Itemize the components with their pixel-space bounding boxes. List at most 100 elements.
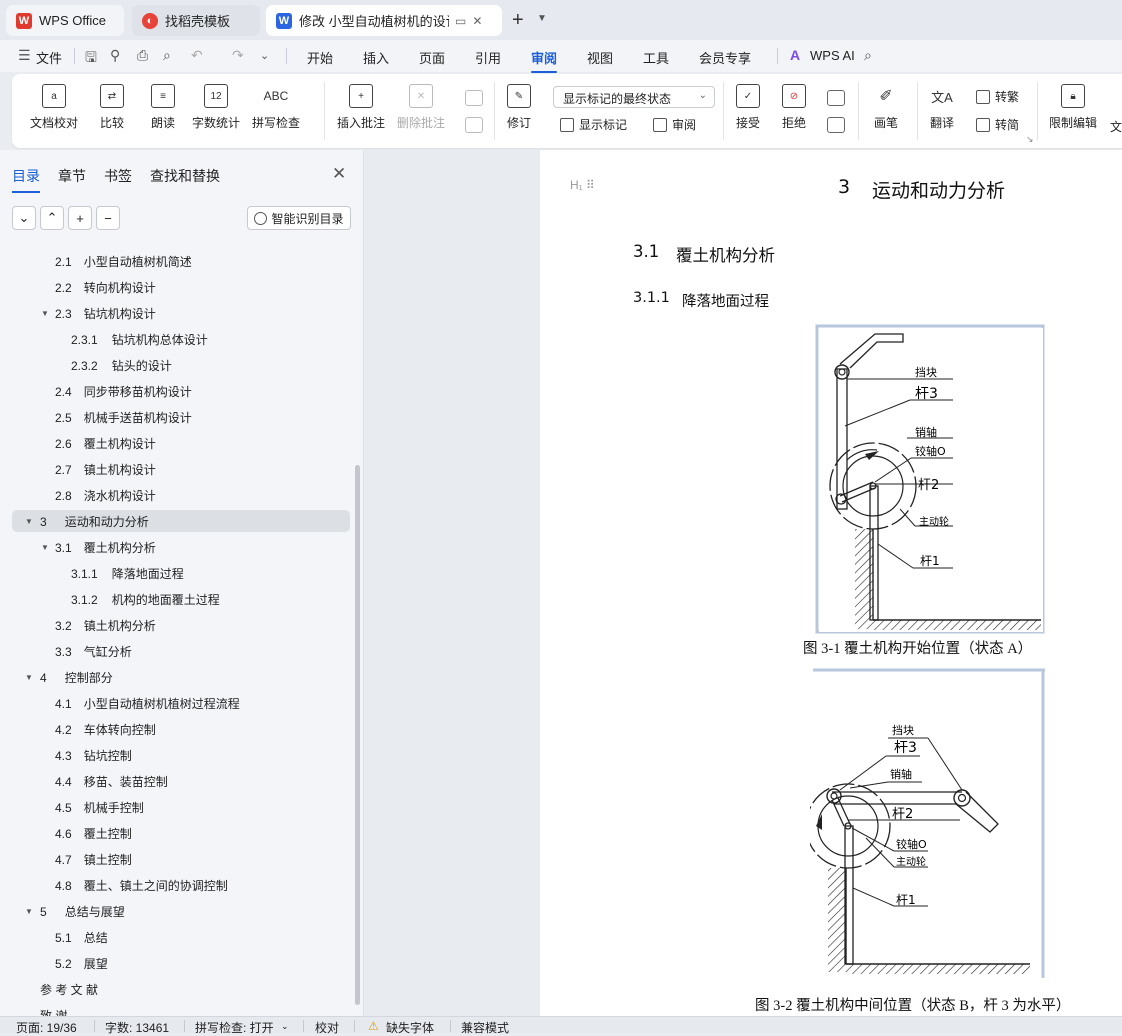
toc-item[interactable]: 2.3.2 钻头的设计 [12,354,350,376]
more-button[interactable]: 文 [1110,118,1122,135]
word-count-indicator[interactable]: 字数: 13461 [105,1019,169,1036]
expand-caret-icon[interactable]: ▼ [25,517,33,526]
translate-button[interactable]: 文A 翻译 [930,84,954,131]
toc-item[interactable]: 3.1.2 机构的地面覆土过程 [12,588,350,610]
insert-comment-button[interactable]: + 插入批注 [337,84,385,131]
spell-chevron-down-icon[interactable]: ⌄ [281,1021,289,1032]
smart-toc-button[interactable]: 智能识别目录 [247,206,351,230]
heading-marker-icon[interactable]: H₁ ⠿ [570,178,595,192]
pen-button[interactable]: ✐ 画笔 [874,84,898,131]
toc-item[interactable]: 5.2 展望 [12,952,350,974]
menu-tools[interactable]: 工具 [643,48,669,67]
compare-button[interactable]: ⇄ 比较 [100,84,124,131]
toc-item[interactable]: 4.8 覆土、镇土之间的协调控制 [12,874,350,896]
document-page[interactable]: H₁ ⠿ 3 运动和动力分析 3.1 覆土机构分析 3.1.1 降落地面过程 挡… [540,150,1122,1016]
tab-chapter[interactable]: 章节 [58,166,86,186]
doc-check-button[interactable]: a 文档校对 [30,84,78,131]
toc-item[interactable]: 2.8 浇水机构设计 [12,484,350,506]
redo-icon[interactable]: ↷ [232,47,244,64]
markup-mode-select[interactable]: 显示标记的最终状态 ⌄ [553,86,715,108]
toc-item[interactable]: 3.3 气缸分析 [12,640,350,662]
new-tab-plus-icon[interactable]: + [512,9,524,32]
menu-references[interactable]: 引用 [475,48,501,67]
expand-caret-icon[interactable]: ▼ [25,673,33,682]
menu-view[interactable]: 视图 [587,48,613,67]
to-simplified-button[interactable]: 转简 [976,116,1019,133]
tab-document[interactable]: W 修改 小型自动植树机的设计.docx ▭ ✕ [266,5,502,36]
menu-file[interactable]: 文件 [36,48,62,67]
toc-item[interactable]: ▼ 3.1 覆土机构分析 [12,536,350,558]
menu-page[interactable]: 页面 [419,48,445,67]
undo-icon[interactable]: ↶ [191,47,203,64]
link-icon[interactable]: ⚲ [110,47,120,64]
toc-item[interactable]: 4.6 覆土控制 [12,822,350,844]
delete-comment-button[interactable]: ✕ 删除批注 [397,84,445,131]
tab-list-chevron-down-icon[interactable]: ▼ [537,13,547,24]
toc-item[interactable]: 4.5 机械手控制 [12,796,350,818]
menu-review[interactable]: 审阅 [531,48,558,73]
remove-heading-button[interactable]: − [96,206,120,230]
expand-caret-icon[interactable]: ▼ [41,309,49,318]
read-aloud-button[interactable]: ≡ 朗读 [151,84,175,131]
toc-item[interactable]: 2.5 机械手送苗机构设计 [12,406,350,428]
word-count-button[interactable]: 12 字数统计 [192,84,240,131]
menu-member[interactable]: 会员专享 [699,48,751,67]
expand-caret-icon[interactable]: ▼ [25,907,33,916]
dialog-launcher-icon[interactable]: ↘ [1026,134,1034,145]
tab-bookmark[interactable]: 书签 [104,166,132,186]
spell-check-indicator[interactable]: 拼写检查: 打开 [195,1019,274,1036]
toc-item[interactable]: ▼ 3 运动和动力分析 [12,510,350,532]
show-markup-button[interactable]: 显示标记 [560,116,627,133]
menu-insert[interactable]: 插入 [363,48,389,67]
toc-item[interactable]: 4.3 钻坑控制 [12,744,350,766]
toc-item[interactable]: ▼ 4 控制部分 [12,666,350,688]
hamburger-menu-icon[interactable]: ☰ [18,47,31,64]
toc-item[interactable]: 4.4 移苗、装苗控制 [12,770,350,792]
add-heading-button[interactable]: + [68,206,92,230]
expand-caret-icon[interactable]: ▼ [41,543,49,552]
toc-item[interactable]: ▼ 5 总结与展望 [12,900,350,922]
toc-item[interactable]: 4.1 小型自动植树机植树过程流程 [12,692,350,714]
toc-item[interactable]: 2.7 镇土机构设计 [12,458,350,480]
restrict-edit-button[interactable]: 🔒︎ 限制编辑 [1049,84,1097,131]
toc-item[interactable]: 2.1 小型自动植树机简述 [12,250,350,272]
menu-wps-ai[interactable]: WPS AI [810,48,855,63]
toc-item[interactable]: 参 考 文 献 [12,978,350,1000]
spell-check-button[interactable]: ABC 拼写检查 [252,84,300,131]
prev-change-icon[interactable] [827,90,845,106]
toc-item[interactable]: 4.7 镇土控制 [12,848,350,870]
page-indicator[interactable]: 页面: 19/36 [16,1019,77,1036]
proof-indicator[interactable]: 校对 [315,1019,339,1036]
wps-ai-icon[interactable]: A [790,47,800,63]
review-pane-button[interactable]: 审阅 [653,116,696,133]
tab-find-replace[interactable]: 查找和替换 [150,166,220,186]
expand-up-button[interactable]: ⌃ [40,206,64,230]
tab-wps-office[interactable]: W WPS Office [6,5,124,36]
window-icon[interactable]: ▭ [455,14,466,28]
next-comment-icon[interactable] [465,117,483,133]
collapse-all-button[interactable]: ⌄ [12,206,36,230]
toc-scrollbar[interactable] [355,465,360,1005]
toc-item[interactable]: ▼ 2.3 钻坑机构设计 [12,302,350,324]
toc-item[interactable]: 2.3.1 钻坑机构总体设计 [12,328,350,350]
toc-item[interactable]: 2.4 同步带移苗机构设计 [12,380,350,402]
print-preview-icon[interactable]: ⌕ [163,47,171,64]
prev-comment-icon[interactable] [465,90,483,106]
toc-item[interactable]: 3.1.1 降落地面过程 [12,562,350,584]
to-traditional-button[interactable]: 转繁 [976,88,1019,105]
accept-button[interactable]: ✓ 接受 [736,84,760,131]
quick-access-chevron-down-icon[interactable]: ⌄ [260,49,269,62]
reject-button[interactable]: ⊘ 拒绝 [782,84,806,131]
toc-item[interactable]: 5.1 总结 [12,926,350,948]
search-icon[interactable]: ⌕ [864,47,872,64]
toc-item[interactable]: 3.2 镇土机构分析 [12,614,350,636]
close-tab-icon[interactable]: ✕ [472,14,482,28]
tab-toc[interactable]: 目录 [12,166,40,193]
next-change-icon[interactable] [827,117,845,133]
tab-template[interactable]: ◐ 找稻壳模板 [132,5,260,36]
toc-item[interactable]: 2.2 转向机构设计 [12,276,350,298]
toc-item[interactable]: 4.2 车体转向控制 [12,718,350,740]
revise-button[interactable]: ✎ 修订 [507,84,531,131]
close-pane-icon[interactable]: ✕ [332,164,346,184]
menu-home[interactable]: 开始 [307,48,333,67]
